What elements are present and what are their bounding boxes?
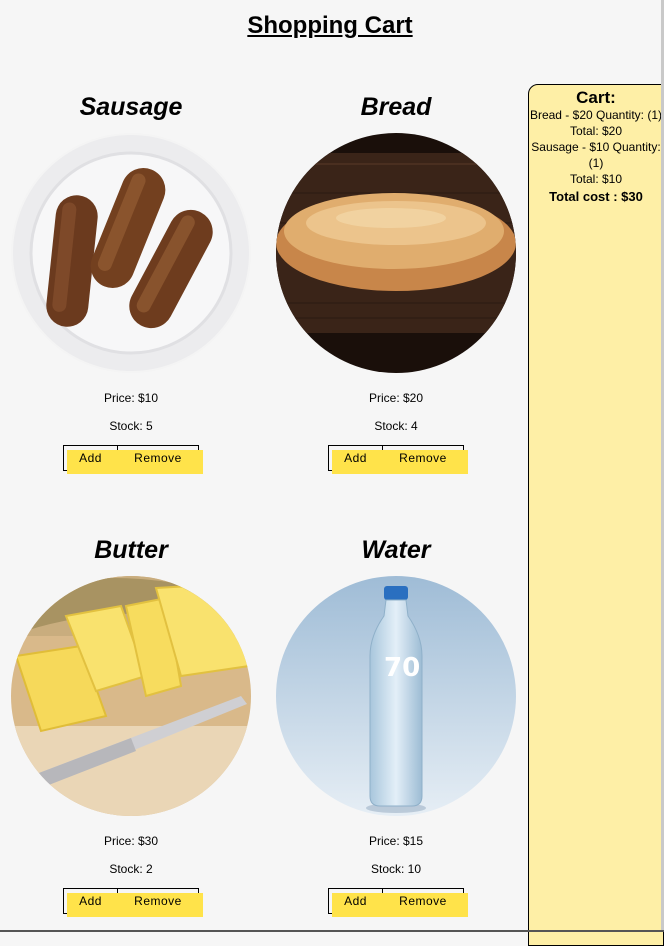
add-button-label: Add [344,894,367,908]
cart-panel: Cart: Bread - $20 Quantity: (1) Total: $… [528,84,664,946]
svg-text:70: 70 [384,653,420,683]
water-image: 70 [276,576,516,816]
product-price: Price: $10 [103,391,159,405]
product-card-butter: Butter Price: $30 Stock: 2 Add Remove [1,533,261,917]
product-name: Bread [360,93,432,121]
remove-button-label: Remove [134,451,182,465]
remove-button-label: Remove [134,894,182,908]
product-card-sausage: Sausage Price: $10 Stock: 5 Add Remove [1,90,261,474]
cart-title: Cart: [576,88,616,107]
add-button-label: Add [344,451,367,465]
add-button[interactable]: Add [328,888,387,917]
add-button[interactable]: Add [63,888,122,917]
cart-item: Sausage - $10 Quantity: (1) Total: $10 [529,139,663,187]
remove-button[interactable]: Remove [382,888,468,917]
page-title: Shopping Cart [247,12,413,39]
cart-item-line: Bread - $20 Quantity: (1) [529,108,663,122]
sausage-image [11,133,251,373]
product-name: Butter [94,536,168,564]
add-button-label: Add [79,451,102,465]
add-button[interactable]: Add [328,445,387,474]
remove-button-label: Remove [399,894,447,908]
cart-item-total: Total: $20 [569,124,623,138]
product-price: Price: $30 [103,834,159,848]
product-card-water: Water 70 Price: $15 Stock: 10 Add Remove [266,533,526,917]
product-name: Sausage [79,93,183,121]
product-stock: Stock: 2 [109,862,153,876]
product-stock: Stock: 4 [374,419,418,433]
cart-item-total: Total: $10 [569,172,623,186]
bread-image [276,133,516,373]
remove-button[interactable]: Remove [117,888,203,917]
add-button[interactable]: Add [63,445,122,474]
remove-button[interactable]: Remove [117,445,203,474]
product-price: Price: $15 [368,834,424,848]
product-stock: Stock: 5 [109,419,153,433]
butter-image [11,576,251,816]
remove-button-label: Remove [399,451,447,465]
cart-total-cost: Total cost : $30 [549,189,643,204]
product-name: Water [361,536,431,564]
add-button-label: Add [79,894,102,908]
remove-button[interactable]: Remove [382,445,468,474]
product-stock: Stock: 10 [370,862,422,876]
cart-item: Bread - $20 Quantity: (1) Total: $20 [529,107,663,139]
product-price: Price: $20 [368,391,424,405]
product-card-bread: Bread Price: $20 Stock: 4 Add Remove [266,90,526,474]
cart-item-line: Sausage - $10 Quantity: (1) [531,140,661,170]
